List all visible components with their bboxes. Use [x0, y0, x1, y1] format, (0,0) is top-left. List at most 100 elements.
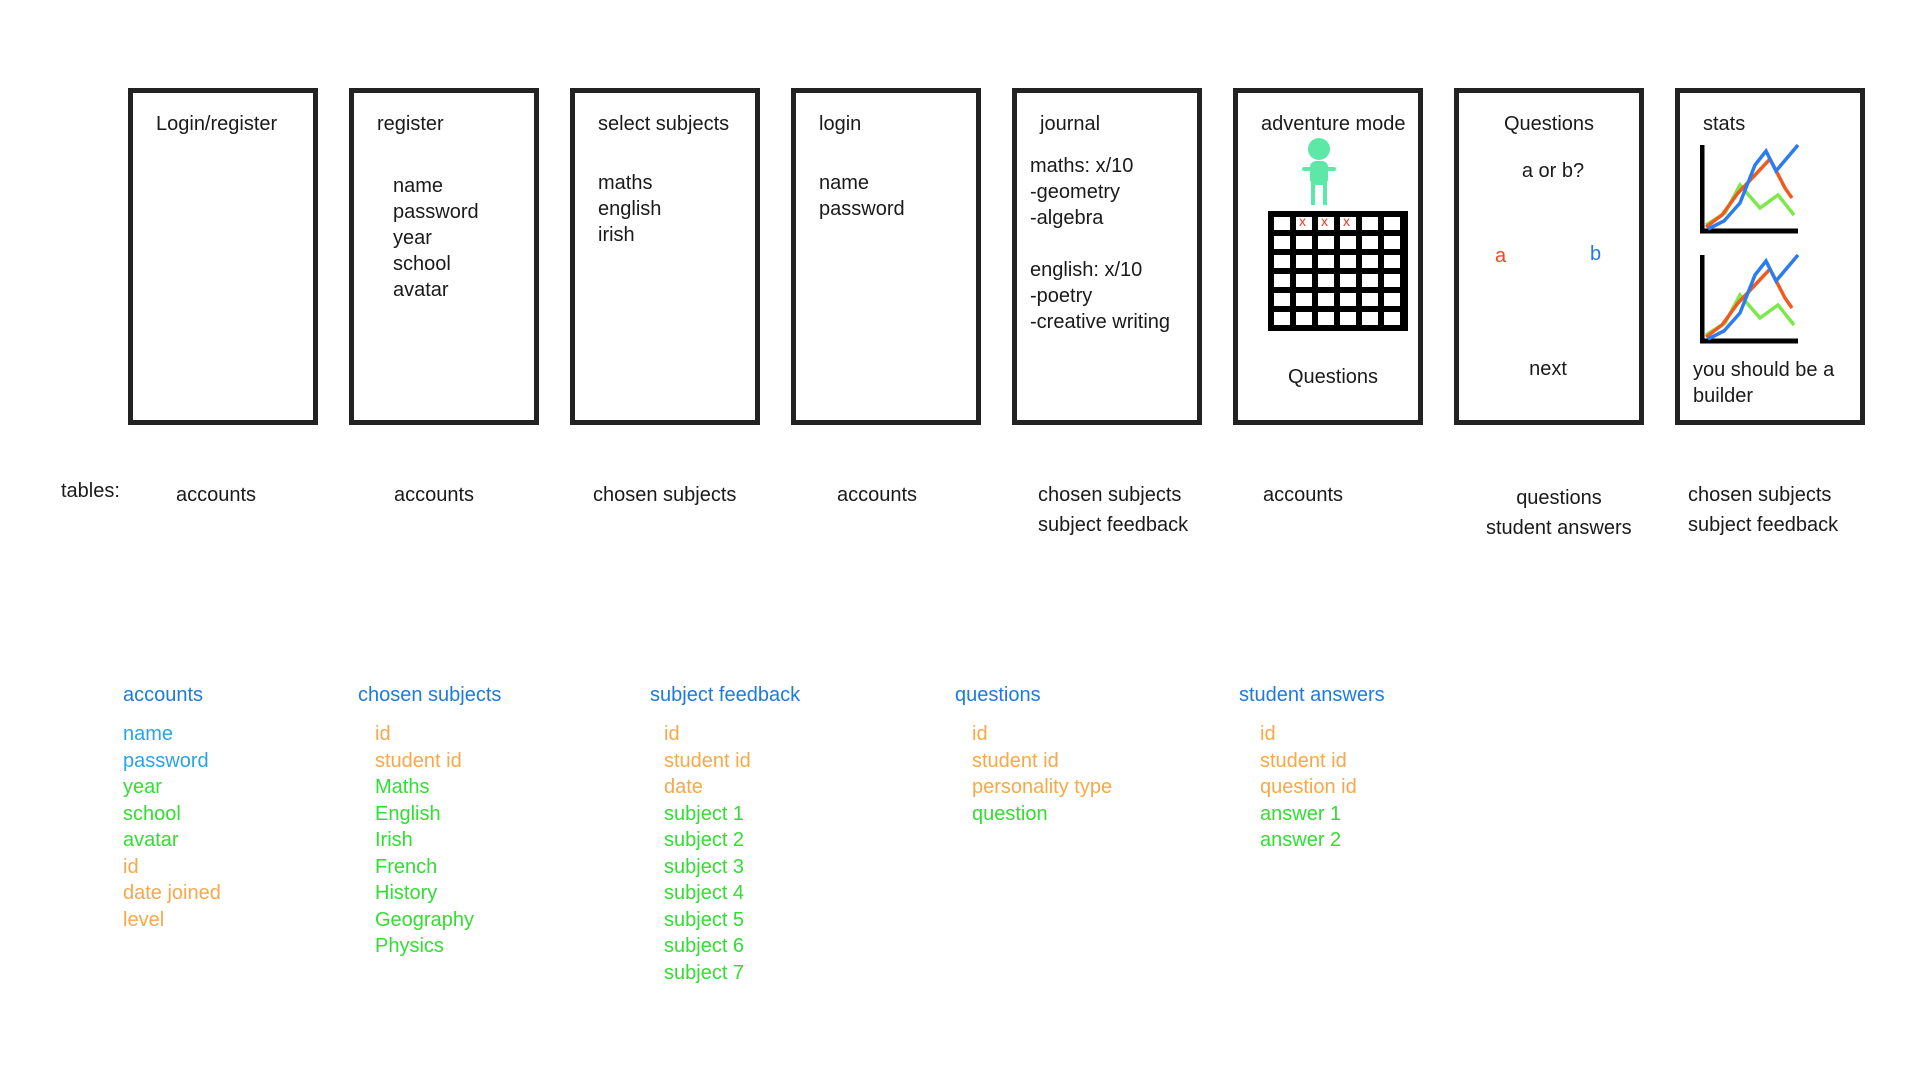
schema-field: date joined: [123, 882, 221, 904]
table-ref: chosen subjects: [593, 484, 737, 506]
schema-field: personality type: [972, 776, 1113, 798]
schema-field: id: [1260, 723, 1276, 745]
grid-mark: x: [1343, 213, 1350, 229]
avatar-figure-icon: [1302, 138, 1336, 205]
screen-title: login: [819, 113, 862, 135]
line-chart-icon: [1700, 143, 1800, 234]
stats-caption-line: builder: [1693, 385, 1754, 407]
screen-title: stats: [1703, 113, 1746, 135]
schema-field: school: [123, 802, 181, 825]
schema-field-list: id student id personality type question: [955, 721, 1112, 827]
screen-tables: chosen subjects subject feedback: [1038, 480, 1188, 540]
screen-title: register: [377, 113, 444, 135]
schema-questions: questions id student id personality type…: [955, 684, 1112, 827]
option-a: a: [1495, 245, 1507, 267]
screen-title: adventure mode: [1261, 113, 1406, 135]
schema-field: avatar: [123, 829, 179, 851]
register-field: school: [393, 253, 451, 275]
schema-field: answer 2: [1260, 829, 1342, 851]
subject-option-list: maths english irish: [598, 170, 661, 248]
tables-label: tables:: [61, 480, 120, 502]
grid-board-icon: [1268, 211, 1408, 331]
register-field-list: name password year school avatar: [393, 173, 479, 303]
journal-entry-list: maths: x/10 -geometry -algebra english: …: [1030, 153, 1170, 335]
table-ref: chosen subjects: [1038, 484, 1182, 506]
stats-caption-line: you should be a: [1693, 359, 1835, 381]
journal-entry: english: x/10: [1030, 259, 1143, 281]
journal-entry: -poetry: [1030, 285, 1093, 307]
screen-title: journal: [1040, 113, 1101, 135]
schema-chosen-subjects: chosen subjects id student id Maths Engl…: [358, 684, 501, 960]
schema-subject-feedback: subject feedback id student id date subj…: [650, 684, 800, 986]
schema-field: subject 6: [664, 935, 745, 957]
schema-field: name: [123, 723, 174, 745]
schema-field-list: id student id date subject 1 subject 2 s…: [650, 721, 800, 986]
schema-accounts: accounts name password year school avata…: [123, 684, 221, 933]
table-ref: accounts: [176, 484, 257, 506]
schema-field: student id: [375, 749, 462, 772]
screen-title: Login/register: [156, 113, 278, 135]
schema-field: subject 3: [664, 855, 745, 878]
screen-journal: journal maths: x/10 -geometry -algebra e…: [1012, 88, 1202, 425]
screen-stats: stats you should be a builder: [1675, 88, 1865, 425]
schema-field-list: name password year school avatar id date…: [123, 721, 221, 933]
schema-field-list: id student id question id answer 1 answe…: [1239, 721, 1385, 854]
screen-tables: accounts: [837, 480, 917, 510]
next-label: next: [1529, 358, 1567, 380]
schema-student-answers: student answers id student id question i…: [1239, 684, 1385, 854]
screen-tables: accounts: [176, 480, 256, 510]
screen-tables: questions student answers: [1486, 483, 1632, 543]
journal-entry: [1030, 231, 1170, 257]
schema-field: Maths: [375, 776, 430, 798]
table-ref: accounts: [837, 484, 918, 506]
schema-field: Irish: [375, 829, 413, 851]
schema-field: question: [972, 802, 1048, 825]
journal-entry: -geometry: [1030, 181, 1121, 203]
screen-title: Questions: [1503, 113, 1595, 135]
schema-field: French: [375, 855, 438, 878]
table-ref: subject feedback: [1038, 514, 1189, 536]
journal-entry: maths: x/10: [1030, 155, 1134, 177]
table-ref: questions: [1516, 487, 1602, 509]
screen-tables: chosen subjects: [593, 480, 736, 510]
line-chart-icon: [1700, 253, 1800, 344]
schema-field: English: [375, 802, 441, 825]
screen-tables: accounts: [394, 480, 474, 510]
login-field: name: [819, 172, 870, 194]
schema-title: questions: [955, 684, 1041, 706]
schema-field: subject 2: [664, 829, 745, 851]
register-field: avatar: [393, 279, 449, 301]
schema-field: year: [123, 776, 162, 798]
table-ref: subject feedback: [1688, 514, 1839, 536]
schema-field: History: [375, 882, 438, 904]
questions-label: Questions: [1288, 366, 1379, 388]
schema-field: student id: [664, 749, 751, 772]
table-ref: chosen subjects: [1688, 484, 1832, 506]
screen-register: register name password year school avata…: [349, 88, 539, 425]
schema-title: subject feedback: [650, 684, 801, 706]
schema-field: date: [664, 776, 703, 798]
schema-field: subject 5: [664, 908, 745, 931]
subject-option: english: [598, 198, 662, 220]
schema-field: question id: [1260, 776, 1357, 798]
grid-mark: x: [1321, 213, 1328, 229]
schema-field: id: [123, 855, 139, 878]
schema-field: student id: [1260, 749, 1347, 772]
subject-option: maths: [598, 172, 653, 194]
login-field-list: name password: [819, 170, 905, 222]
option-b: b: [1590, 243, 1602, 265]
schema-field: answer 1: [1260, 802, 1342, 825]
screen-login: login name password: [791, 88, 981, 425]
table-ref: accounts: [394, 484, 475, 506]
register-field: password: [393, 201, 479, 223]
screen-tables: accounts: [1263, 480, 1343, 510]
schema-field: subject 4: [664, 882, 745, 904]
schema-title: accounts: [123, 684, 204, 706]
schema-title: student answers: [1239, 684, 1385, 706]
grid-mark: x: [1299, 213, 1306, 229]
subject-option: irish: [598, 224, 635, 246]
screen-tables: chosen subjects subject feedback: [1688, 480, 1838, 540]
journal-entry: -algebra: [1030, 207, 1104, 229]
schema-field: level: [123, 908, 165, 931]
table-ref: accounts: [1263, 484, 1344, 506]
